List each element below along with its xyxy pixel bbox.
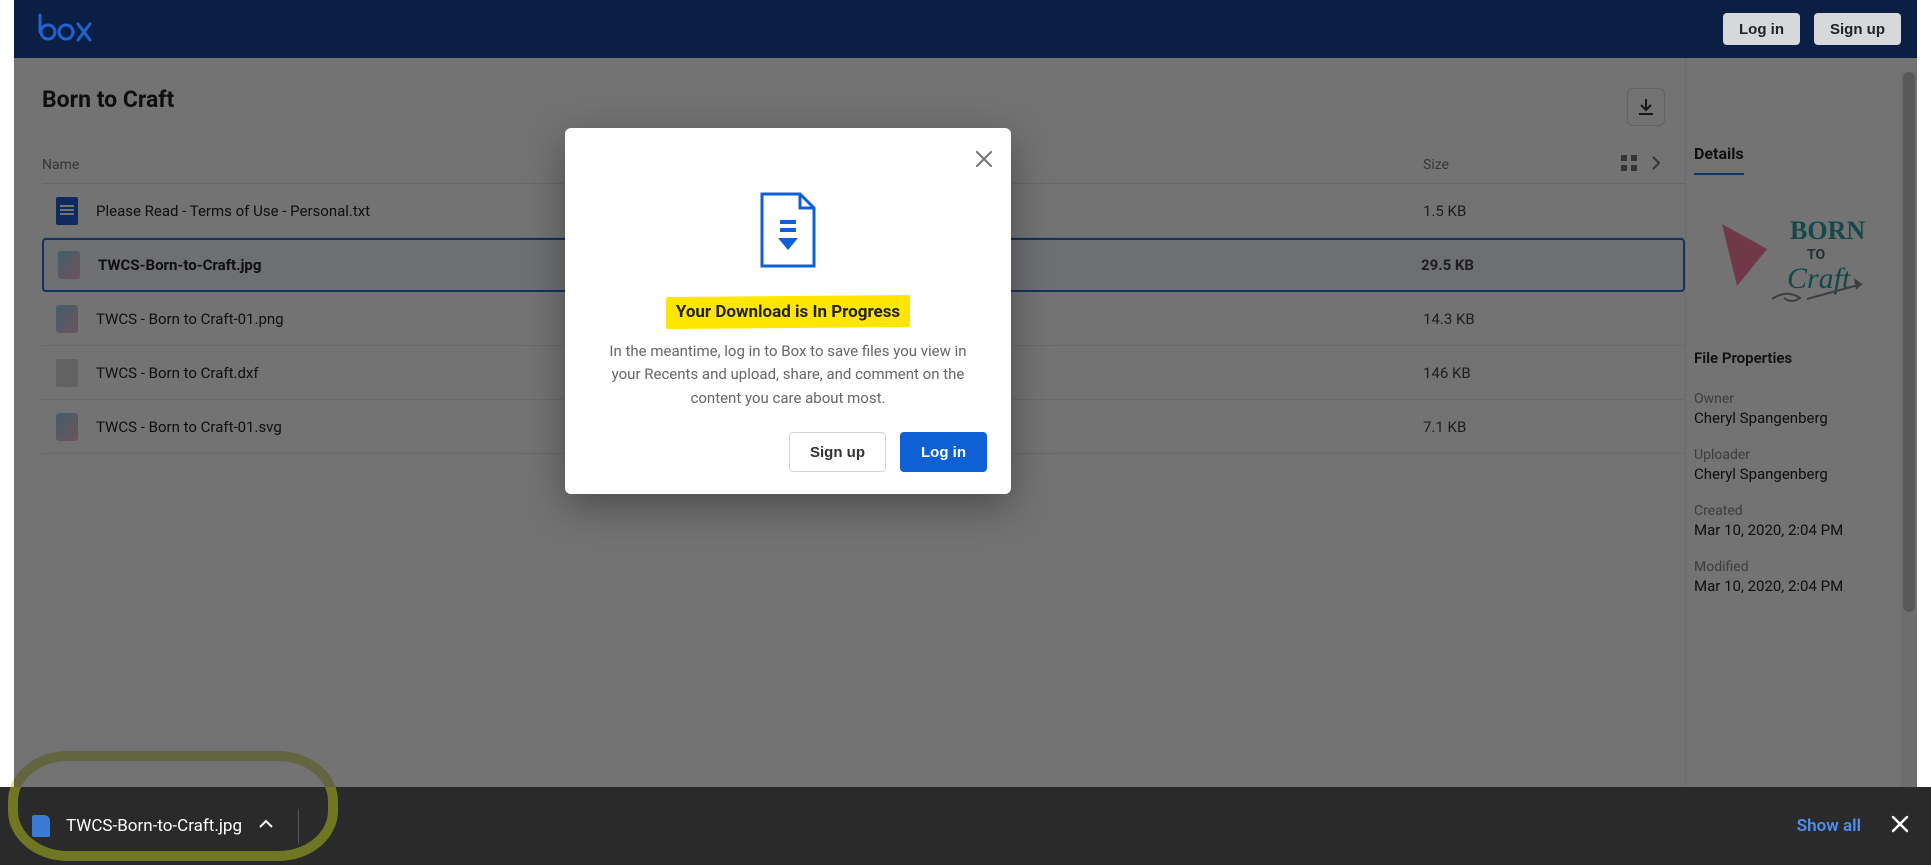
- show-all-link[interactable]: Show all: [1797, 816, 1861, 836]
- close-icon[interactable]: [975, 150, 993, 172]
- signup-button[interactable]: Sign up: [1814, 13, 1901, 45]
- page-title: Born to Craft: [42, 86, 1685, 113]
- download-button[interactable]: [1627, 88, 1665, 126]
- owner-value: Cheryl Spangenberg: [1694, 409, 1899, 427]
- created-value: Mar 10, 2020, 2:04 PM: [1694, 521, 1899, 539]
- modal-actions: Sign up Log in: [789, 432, 987, 472]
- scrollbar-thumb[interactable]: [1903, 72, 1915, 612]
- modified-value: Mar 10, 2020, 2:04 PM: [1694, 577, 1899, 595]
- file-size-cell: 7.1 KB: [1423, 418, 1603, 436]
- details-thumbnail: BORN TO Craft: [1694, 199, 1899, 319]
- img-file-icon: [56, 413, 78, 441]
- generic-file-icon: [56, 359, 78, 387]
- file-size-cell: 1.5 KB: [1423, 202, 1603, 220]
- view-controls: [1603, 155, 1663, 175]
- modal-title-highlight: Your Download is In Progress: [676, 302, 900, 322]
- file-size-cell: 14.3 KB: [1423, 310, 1603, 328]
- download-button-area: [1627, 88, 1665, 126]
- file-name-label: TWCS-Born-to-Craft.jpg: [98, 256, 261, 274]
- file-name-label: TWCS - Born to Craft.dxf: [96, 364, 259, 382]
- close-downloads-icon[interactable]: [1891, 814, 1909, 839]
- chevron-right-icon[interactable]: [1649, 155, 1663, 175]
- img-file-icon: [56, 305, 78, 333]
- doc-file-icon: [56, 197, 78, 225]
- file-size-cell: 146 KB: [1423, 364, 1603, 382]
- prop-modified: Modified Mar 10, 2020, 2:04 PM: [1694, 559, 1899, 595]
- chevron-up-icon[interactable]: [258, 816, 274, 837]
- modal-signup-button[interactable]: Sign up: [789, 432, 886, 472]
- file-name-label: TWCS - Born to Craft-01.svg: [96, 418, 282, 436]
- column-size[interactable]: Size: [1423, 157, 1603, 173]
- modal-title: Your Download is In Progress: [676, 302, 900, 322]
- svg-text:BORN: BORN: [1790, 216, 1865, 245]
- app-root: Log in Sign up Born to Craft Name Size P…: [0, 0, 1931, 865]
- auth-buttons: Log in Sign up: [1723, 13, 1901, 45]
- prop-owner: Owner Cheryl Spangenberg: [1694, 391, 1899, 427]
- details-panel: Details BORN TO Craft File Properties Ow…: [1685, 58, 1917, 787]
- created-label: Created: [1694, 503, 1899, 519]
- file-properties-heading: File Properties: [1694, 349, 1899, 367]
- prop-uploader: Uploader Cheryl Spangenberg: [1694, 447, 1899, 483]
- grid-view-icon[interactable]: [1621, 155, 1637, 175]
- uploader-label: Uploader: [1694, 447, 1899, 463]
- top-bar: Log in Sign up: [14, 0, 1917, 58]
- details-tab[interactable]: Details: [1694, 144, 1744, 175]
- separator: [298, 809, 299, 843]
- owner-label: Owner: [1694, 391, 1899, 407]
- file-name-label: TWCS - Born to Craft-01.png: [96, 310, 284, 328]
- details-scrollbar[interactable]: [1901, 72, 1917, 787]
- modal-body: In the meantime, log in to Box to save f…: [609, 340, 967, 410]
- login-button[interactable]: Log in: [1723, 13, 1800, 45]
- download-modal: Your Download is In Progress In the mean…: [565, 128, 1011, 494]
- download-filename: TWCS-Born-to-Craft.jpg: [66, 816, 242, 836]
- file-name-label: Please Read - Terms of Use - Personal.tx…: [96, 202, 370, 220]
- img-file-icon: [58, 251, 80, 279]
- file-size-cell: 29.5 KB: [1421, 256, 1601, 274]
- download-chip[interactable]: TWCS-Born-to-Craft.jpg: [18, 801, 313, 851]
- modified-label: Modified: [1694, 559, 1899, 575]
- file-icon: [32, 815, 50, 837]
- modal-login-button[interactable]: Log in: [900, 432, 987, 472]
- box-logo: [36, 12, 92, 46]
- uploader-value: Cheryl Spangenberg: [1694, 465, 1899, 483]
- download-file-icon: [609, 192, 967, 270]
- svg-text:TO: TO: [1807, 247, 1825, 263]
- prop-created: Created Mar 10, 2020, 2:04 PM: [1694, 503, 1899, 539]
- browser-download-bar: TWCS-Born-to-Craft.jpg Show all: [0, 787, 1931, 865]
